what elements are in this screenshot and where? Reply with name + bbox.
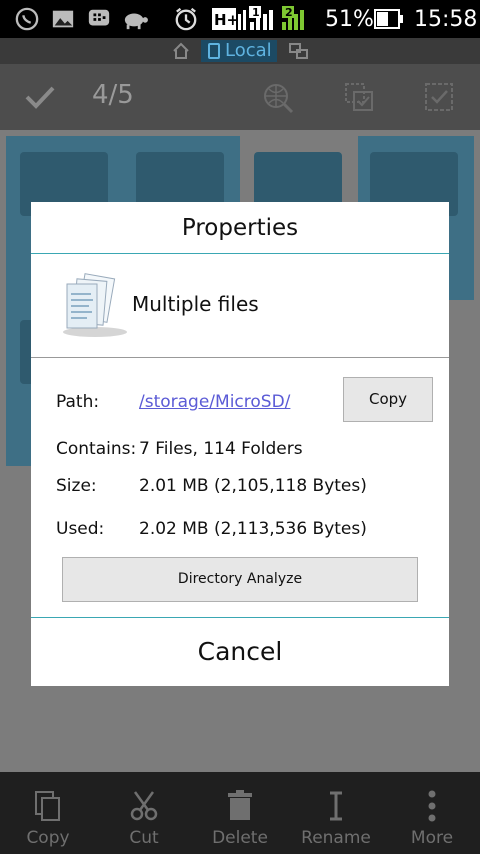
location-tab-local[interactable]: Local xyxy=(201,40,277,62)
turtle-icon xyxy=(124,13,148,30)
cut-toolbar-label: Cut xyxy=(129,828,159,848)
more-toolbar-button[interactable]: More xyxy=(384,772,480,854)
battery-icon xyxy=(374,9,403,29)
selection-count: 4/5 xyxy=(92,80,134,110)
check-icon[interactable] xyxy=(24,84,56,110)
delete-toolbar-button[interactable]: Delete xyxy=(192,772,288,854)
used-value: 2.02 MB (2,113,536 Bytes) xyxy=(139,519,367,539)
cancel-button[interactable]: Cancel xyxy=(31,618,449,686)
path-label: Path: xyxy=(56,392,100,412)
contains-value: 7 Files, 114 Folders xyxy=(139,439,303,459)
header-divider xyxy=(31,357,449,358)
rename-icon xyxy=(330,791,342,821)
scissors-icon xyxy=(130,791,158,821)
bottom-toolbar: Copy Cut Delete Rename More xyxy=(0,772,480,854)
used-label: Used: xyxy=(56,519,105,539)
size-label: Size: xyxy=(56,476,97,496)
copy-toolbar-label: Copy xyxy=(26,828,70,848)
signal-icon: H+ 1 2 xyxy=(212,6,304,30)
rename-toolbar-button[interactable]: Rename xyxy=(288,772,384,854)
trash-icon xyxy=(228,790,252,820)
network-icon[interactable] xyxy=(289,42,309,60)
rename-toolbar-label: Rename xyxy=(301,828,371,848)
directory-analyze-button[interactable]: Directory Analyze xyxy=(62,557,418,602)
item-label: Multiple files xyxy=(132,292,259,316)
phone-icon xyxy=(208,43,220,59)
copy-path-button[interactable]: Copy xyxy=(343,377,433,422)
svg-text:H+: H+ xyxy=(214,11,239,29)
select-range-icon[interactable] xyxy=(344,82,374,112)
search-web-icon[interactable] xyxy=(262,82,294,114)
select-all-icon[interactable] xyxy=(424,82,454,112)
location-label: Local xyxy=(225,40,272,61)
multiple-files-icon xyxy=(63,273,127,337)
gallery-icon xyxy=(52,10,74,28)
bbm-icon xyxy=(88,9,110,26)
clock: 15:58 xyxy=(414,0,477,38)
location-bar: Local xyxy=(0,38,480,64)
title-divider xyxy=(31,253,449,254)
dialog-title: Properties xyxy=(181,215,299,241)
cut-toolbar-button[interactable]: Cut xyxy=(96,772,192,854)
properties-dialog: Properties Multiple files Path: /storage… xyxy=(31,202,449,686)
home-icon[interactable] xyxy=(172,42,190,60)
svg-text:1: 1 xyxy=(252,6,260,19)
svg-text:2: 2 xyxy=(285,6,293,19)
path-link[interactable]: /storage/MicroSD/ xyxy=(139,392,290,412)
more-vertical-icon xyxy=(428,790,436,822)
copy-toolbar-button[interactable]: Copy xyxy=(0,772,96,854)
time-text: 15:58 xyxy=(414,6,478,32)
action-bar: 4/5 xyxy=(0,64,480,130)
more-toolbar-label: More xyxy=(410,828,454,848)
whatsapp-icon xyxy=(15,7,39,31)
status-bar: H+ 1 2 51% 15:58 xyxy=(0,0,480,38)
contains-label: Contains: xyxy=(56,439,137,459)
copy-icon xyxy=(35,791,60,821)
alarm-icon xyxy=(175,7,197,31)
battery-text: 51% xyxy=(325,6,374,32)
size-value: 2.01 MB (2,105,118 Bytes) xyxy=(139,476,367,496)
battery-percent: 51% xyxy=(325,0,374,38)
delete-toolbar-label: Delete xyxy=(212,828,268,848)
